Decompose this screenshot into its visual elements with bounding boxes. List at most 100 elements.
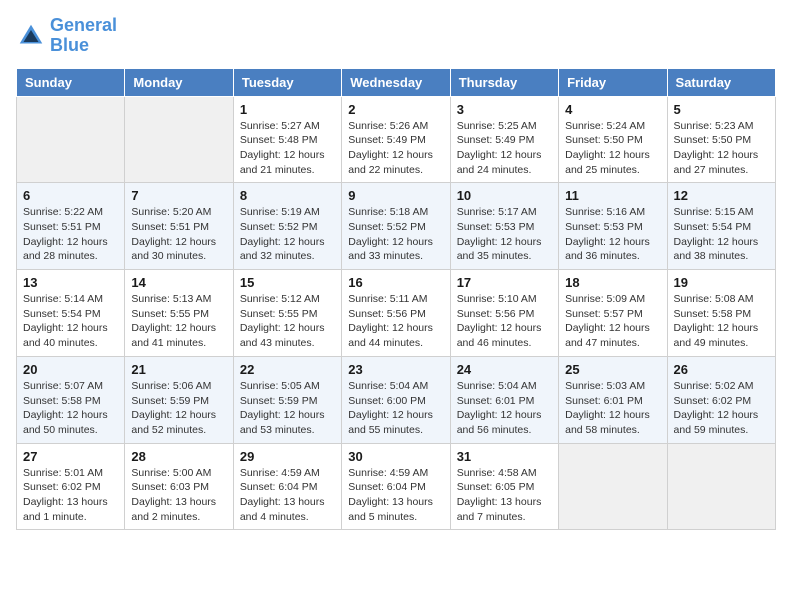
calendar-day-cell: 5 Sunrise: 5:23 AM Sunset: 5:50 PM Daylig… bbox=[667, 96, 775, 183]
day-number: 10 bbox=[457, 188, 552, 203]
day-number: 11 bbox=[565, 188, 660, 203]
day-number: 13 bbox=[23, 275, 118, 290]
day-info: Sunrise: 5:18 AM Sunset: 5:52 PM Dayligh… bbox=[348, 205, 443, 264]
day-number: 15 bbox=[240, 275, 335, 290]
day-number: 26 bbox=[674, 362, 769, 377]
weekday-header: Wednesday bbox=[342, 68, 450, 96]
calendar-day-cell: 13Sunrise: 5:14 AM Sunset: 5:54 PM Dayli… bbox=[17, 270, 125, 357]
day-number: 29 bbox=[240, 449, 335, 464]
day-number: 16 bbox=[348, 275, 443, 290]
day-number: 28 bbox=[131, 449, 226, 464]
day-info: Sunrise: 4:59 AM Sunset: 6:04 PM Dayligh… bbox=[348, 466, 443, 525]
day-number: 21 bbox=[131, 362, 226, 377]
calendar-day-cell bbox=[17, 96, 125, 183]
day-info: Sunrise: 5:04 AM Sunset: 6:01 PM Dayligh… bbox=[457, 379, 552, 438]
calendar-day-cell bbox=[667, 443, 775, 530]
calendar-day-cell: 28Sunrise: 5:00 AM Sunset: 6:03 PM Dayli… bbox=[125, 443, 233, 530]
calendar-week-row: 20 Sunrise: 5:07 AM Sunset: 5:58 PM Dayli… bbox=[17, 356, 776, 443]
day-number: 7 bbox=[131, 188, 226, 203]
day-info: Sunrise: 5:02 AM Sunset: 6:02 PM Dayligh… bbox=[674, 379, 769, 438]
calendar-day-cell: 26 Sunrise: 5:02 AM Sunset: 6:02 PM Dayli… bbox=[667, 356, 775, 443]
day-number: 3 bbox=[457, 102, 552, 117]
weekday-header: Tuesday bbox=[233, 68, 341, 96]
day-number: 2 bbox=[348, 102, 443, 117]
day-info: Sunrise: 5:20 AM Sunset: 5:51 PM Dayligh… bbox=[131, 205, 226, 264]
day-info: Sunrise: 5:22 AM Sunset: 5:51 PM Dayligh… bbox=[23, 205, 118, 264]
day-info: Sunrise: 5:26 AM Sunset: 5:49 PM Dayligh… bbox=[348, 119, 443, 178]
calendar-week-row: 1 Sunrise: 5:27 AM Sunset: 5:48 PM Daylig… bbox=[17, 96, 776, 183]
day-info: Sunrise: 5:12 AM Sunset: 5:55 PM Dayligh… bbox=[240, 292, 335, 351]
weekday-header: Monday bbox=[125, 68, 233, 96]
weekday-header: Thursday bbox=[450, 68, 558, 96]
day-info: Sunrise: 5:01 AM Sunset: 6:02 PM Dayligh… bbox=[23, 466, 118, 525]
calendar-week-row: 27Sunrise: 5:01 AM Sunset: 6:02 PM Dayli… bbox=[17, 443, 776, 530]
day-info: Sunrise: 4:58 AM Sunset: 6:05 PM Dayligh… bbox=[457, 466, 552, 525]
weekday-header: Saturday bbox=[667, 68, 775, 96]
calendar-day-cell: 8Sunrise: 5:19 AM Sunset: 5:52 PM Daylig… bbox=[233, 183, 341, 270]
day-number: 17 bbox=[457, 275, 552, 290]
day-info: Sunrise: 5:07 AM Sunset: 5:58 PM Dayligh… bbox=[23, 379, 118, 438]
day-info: Sunrise: 5:10 AM Sunset: 5:56 PM Dayligh… bbox=[457, 292, 552, 351]
calendar-week-row: 13Sunrise: 5:14 AM Sunset: 5:54 PM Dayli… bbox=[17, 270, 776, 357]
day-info: Sunrise: 5:08 AM Sunset: 5:58 PM Dayligh… bbox=[674, 292, 769, 351]
day-number: 25 bbox=[565, 362, 660, 377]
calendar-day-cell: 1 Sunrise: 5:27 AM Sunset: 5:48 PM Daylig… bbox=[233, 96, 341, 183]
day-number: 4 bbox=[565, 102, 660, 117]
calendar-day-cell: 19 Sunrise: 5:08 AM Sunset: 5:58 PM Dayli… bbox=[667, 270, 775, 357]
calendar-day-cell: 6Sunrise: 5:22 AM Sunset: 5:51 PM Daylig… bbox=[17, 183, 125, 270]
day-info: Sunrise: 5:27 AM Sunset: 5:48 PM Dayligh… bbox=[240, 119, 335, 178]
day-info: Sunrise: 5:16 AM Sunset: 5:53 PM Dayligh… bbox=[565, 205, 660, 264]
calendar-day-cell: 7 Sunrise: 5:20 AM Sunset: 5:51 PM Daylig… bbox=[125, 183, 233, 270]
calendar-day-cell: 30 Sunrise: 4:59 AM Sunset: 6:04 PM Dayli… bbox=[342, 443, 450, 530]
day-info: Sunrise: 5:19 AM Sunset: 5:52 PM Dayligh… bbox=[240, 205, 335, 264]
calendar-day-cell: 20 Sunrise: 5:07 AM Sunset: 5:58 PM Dayli… bbox=[17, 356, 125, 443]
day-number: 30 bbox=[348, 449, 443, 464]
calendar-day-cell: 2 Sunrise: 5:26 AM Sunset: 5:49 PM Daylig… bbox=[342, 96, 450, 183]
calendar-day-cell: 17 Sunrise: 5:10 AM Sunset: 5:56 PM Dayli… bbox=[450, 270, 558, 357]
day-number: 18 bbox=[565, 275, 660, 290]
calendar-day-cell bbox=[125, 96, 233, 183]
day-number: 31 bbox=[457, 449, 552, 464]
logo-text: General Blue bbox=[50, 16, 117, 56]
day-info: Sunrise: 5:23 AM Sunset: 5:50 PM Dayligh… bbox=[674, 119, 769, 178]
day-number: 5 bbox=[674, 102, 769, 117]
calendar-day-cell: 25 Sunrise: 5:03 AM Sunset: 6:01 PM Dayli… bbox=[559, 356, 667, 443]
calendar-day-cell: 9 Sunrise: 5:18 AM Sunset: 5:52 PM Daylig… bbox=[342, 183, 450, 270]
weekday-header: Sunday bbox=[17, 68, 125, 96]
day-info: Sunrise: 5:17 AM Sunset: 5:53 PM Dayligh… bbox=[457, 205, 552, 264]
day-info: Sunrise: 4:59 AM Sunset: 6:04 PM Dayligh… bbox=[240, 466, 335, 525]
day-number: 19 bbox=[674, 275, 769, 290]
calendar-day-cell: 31 Sunrise: 4:58 AM Sunset: 6:05 PM Dayli… bbox=[450, 443, 558, 530]
logo-icon bbox=[16, 21, 46, 51]
calendar-day-cell: 14Sunrise: 5:13 AM Sunset: 5:55 PM Dayli… bbox=[125, 270, 233, 357]
day-info: Sunrise: 5:24 AM Sunset: 5:50 PM Dayligh… bbox=[565, 119, 660, 178]
calendar-day-cell: 21Sunrise: 5:06 AM Sunset: 5:59 PM Dayli… bbox=[125, 356, 233, 443]
day-number: 22 bbox=[240, 362, 335, 377]
day-info: Sunrise: 5:15 AM Sunset: 5:54 PM Dayligh… bbox=[674, 205, 769, 264]
weekday-header: Friday bbox=[559, 68, 667, 96]
page-header: General Blue bbox=[16, 16, 776, 56]
day-info: Sunrise: 5:25 AM Sunset: 5:49 PM Dayligh… bbox=[457, 119, 552, 178]
calendar-day-cell bbox=[559, 443, 667, 530]
day-info: Sunrise: 5:13 AM Sunset: 5:55 PM Dayligh… bbox=[131, 292, 226, 351]
calendar-day-cell: 11 Sunrise: 5:16 AM Sunset: 5:53 PM Dayli… bbox=[559, 183, 667, 270]
calendar-day-cell: 18Sunrise: 5:09 AM Sunset: 5:57 PM Dayli… bbox=[559, 270, 667, 357]
day-number: 20 bbox=[23, 362, 118, 377]
day-number: 9 bbox=[348, 188, 443, 203]
calendar-day-cell: 16 Sunrise: 5:11 AM Sunset: 5:56 PM Dayli… bbox=[342, 270, 450, 357]
day-number: 24 bbox=[457, 362, 552, 377]
calendar-week-row: 6Sunrise: 5:22 AM Sunset: 5:51 PM Daylig… bbox=[17, 183, 776, 270]
calendar-day-cell: 15 Sunrise: 5:12 AM Sunset: 5:55 PM Dayli… bbox=[233, 270, 341, 357]
calendar-day-cell: 4 Sunrise: 5:24 AM Sunset: 5:50 PM Daylig… bbox=[559, 96, 667, 183]
logo: General Blue bbox=[16, 16, 117, 56]
calendar-day-cell: 27Sunrise: 5:01 AM Sunset: 6:02 PM Dayli… bbox=[17, 443, 125, 530]
day-info: Sunrise: 5:03 AM Sunset: 6:01 PM Dayligh… bbox=[565, 379, 660, 438]
calendar-day-cell: 22Sunrise: 5:05 AM Sunset: 5:59 PM Dayli… bbox=[233, 356, 341, 443]
calendar-day-cell: 12Sunrise: 5:15 AM Sunset: 5:54 PM Dayli… bbox=[667, 183, 775, 270]
calendar-day-cell: 29 Sunrise: 4:59 AM Sunset: 6:04 PM Dayli… bbox=[233, 443, 341, 530]
calendar-day-cell: 3 Sunrise: 5:25 AM Sunset: 5:49 PM Daylig… bbox=[450, 96, 558, 183]
calendar-day-cell: 23Sunrise: 5:04 AM Sunset: 6:00 PM Dayli… bbox=[342, 356, 450, 443]
day-number: 1 bbox=[240, 102, 335, 117]
day-info: Sunrise: 5:11 AM Sunset: 5:56 PM Dayligh… bbox=[348, 292, 443, 351]
day-info: Sunrise: 5:04 AM Sunset: 6:00 PM Dayligh… bbox=[348, 379, 443, 438]
